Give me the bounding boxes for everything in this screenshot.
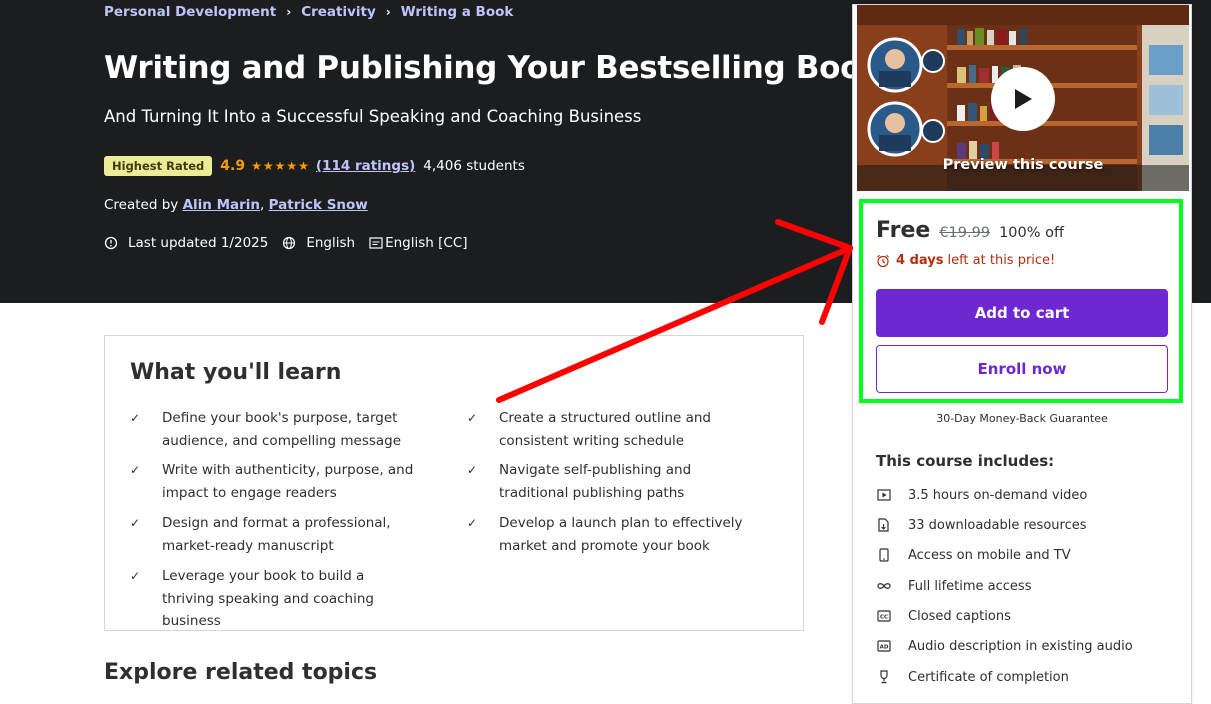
price-row: Free €19.99 100% off bbox=[876, 218, 1064, 243]
video-icon bbox=[876, 487, 892, 503]
svg-text:AD: AD bbox=[880, 645, 889, 651]
rating-row: Highest Rated 4.9 ★★★★★ (114 ratings) 4,… bbox=[104, 156, 525, 176]
learn-item: ✓ Leverage your book to build a thriving … bbox=[130, 565, 420, 633]
check-icon: ✓ bbox=[467, 463, 478, 477]
author-link-alin-marin[interactable]: Alin Marin bbox=[183, 197, 260, 213]
include-item: AD Audio description in existing audio bbox=[876, 638, 1133, 654]
alert-badge-icon bbox=[104, 236, 118, 250]
highest-rated-badge: Highest Rated bbox=[104, 156, 213, 176]
students-count: 4,406 students bbox=[423, 158, 525, 174]
created-by-label: Created by bbox=[104, 197, 179, 213]
price-timer: 4 days left at this price! bbox=[876, 253, 1055, 268]
cc-icon: CC bbox=[876, 608, 892, 624]
include-item: Full lifetime access bbox=[876, 578, 1031, 594]
file-download-icon bbox=[876, 517, 892, 533]
include-item: 33 downloadable resources bbox=[876, 517, 1087, 533]
enroll-now-button[interactable]: Enroll now bbox=[876, 345, 1168, 393]
breadcrumb: Personal Development › Creativity › Writ… bbox=[104, 4, 513, 20]
captions-icon bbox=[369, 236, 383, 250]
current-price: Free bbox=[876, 218, 931, 243]
learn-item: ✓ Navigate self-publishing and traditiona… bbox=[467, 459, 757, 504]
check-icon: ✓ bbox=[467, 516, 478, 530]
what-youll-learn-box: What you'll learn ✓ Define your book's pu… bbox=[104, 335, 804, 631]
course-subtitle: And Turning It Into a Successful Speakin… bbox=[104, 107, 642, 126]
discount-percentage: 100% off bbox=[999, 225, 1064, 241]
add-to-cart-button[interactable]: Add to cart bbox=[876, 289, 1168, 337]
mobile-icon bbox=[876, 547, 892, 563]
alarm-clock-icon bbox=[877, 254, 889, 267]
course-language: English bbox=[306, 235, 356, 251]
timer-rest: left at this price! bbox=[947, 253, 1056, 268]
svg-text:CC: CC bbox=[880, 615, 888, 621]
explore-related-topics-title: Explore related topics bbox=[104, 660, 378, 685]
learn-item: ✓ Create a structured outline and consist… bbox=[467, 407, 757, 452]
globe-icon bbox=[282, 236, 296, 250]
check-icon: ✓ bbox=[130, 569, 141, 583]
infinity-icon bbox=[876, 578, 892, 594]
check-icon: ✓ bbox=[130, 411, 141, 425]
learn-item: ✓ Define your book's purpose, target audi… bbox=[130, 407, 420, 452]
course-title: Writing and Publishing Your Bestselling … bbox=[104, 50, 882, 86]
check-icon: ✓ bbox=[130, 516, 141, 530]
timer-days: 4 days bbox=[896, 253, 944, 268]
breadcrumb-item-creativity[interactable]: Creativity bbox=[301, 4, 376, 20]
preview-course-label[interactable]: Preview this course bbox=[857, 157, 1189, 173]
author-link-patrick-snow[interactable]: Patrick Snow bbox=[269, 197, 368, 213]
last-updated: Last updated 1/2025 bbox=[128, 235, 269, 251]
include-item: Certificate of completion bbox=[876, 669, 1069, 685]
learn-item: ✓ Design and format a professional, marke… bbox=[130, 512, 420, 557]
play-button[interactable] bbox=[991, 67, 1055, 131]
money-back-guarantee: 30-Day Money-Back Guarantee bbox=[936, 412, 1108, 425]
course-includes-title: This course includes: bbox=[876, 452, 1055, 470]
include-item: Access on mobile and TV bbox=[876, 547, 1071, 563]
course-meta: Last updated 1/2025 English English [CC] bbox=[104, 235, 482, 251]
learn-item: ✓ Write with authenticity, purpose, and i… bbox=[130, 459, 420, 504]
include-item: 3.5 hours on-demand video bbox=[876, 487, 1087, 503]
course-preview[interactable]: Preview this course bbox=[857, 5, 1189, 191]
trophy-icon bbox=[876, 669, 892, 685]
rating-value: 4.9 bbox=[220, 158, 246, 174]
what-youll-learn-title: What you'll learn bbox=[130, 360, 342, 385]
chevron-right-icon: › bbox=[385, 5, 391, 19]
ratings-count-link[interactable]: (114 ratings) bbox=[316, 158, 415, 174]
breadcrumb-item-personal-development[interactable]: Personal Development bbox=[104, 4, 276, 20]
chevron-right-icon: › bbox=[286, 5, 292, 19]
include-item: CC Closed captions bbox=[876, 608, 1011, 624]
breadcrumb-item-writing-a-book[interactable]: Writing a Book bbox=[401, 4, 514, 20]
check-icon: ✓ bbox=[130, 463, 141, 477]
star-rating-icon: ★★★★★ bbox=[251, 159, 310, 173]
learn-item: ✓ Develop a launch plan to effectively ma… bbox=[467, 512, 757, 557]
course-captions: English [CC] bbox=[385, 235, 468, 251]
created-by: Created by Alin Marin, Patrick Snow bbox=[104, 197, 368, 213]
check-icon: ✓ bbox=[467, 411, 478, 425]
play-icon bbox=[1015, 89, 1032, 109]
original-price: €19.99 bbox=[939, 225, 991, 241]
audio-description-icon: AD bbox=[876, 638, 892, 654]
